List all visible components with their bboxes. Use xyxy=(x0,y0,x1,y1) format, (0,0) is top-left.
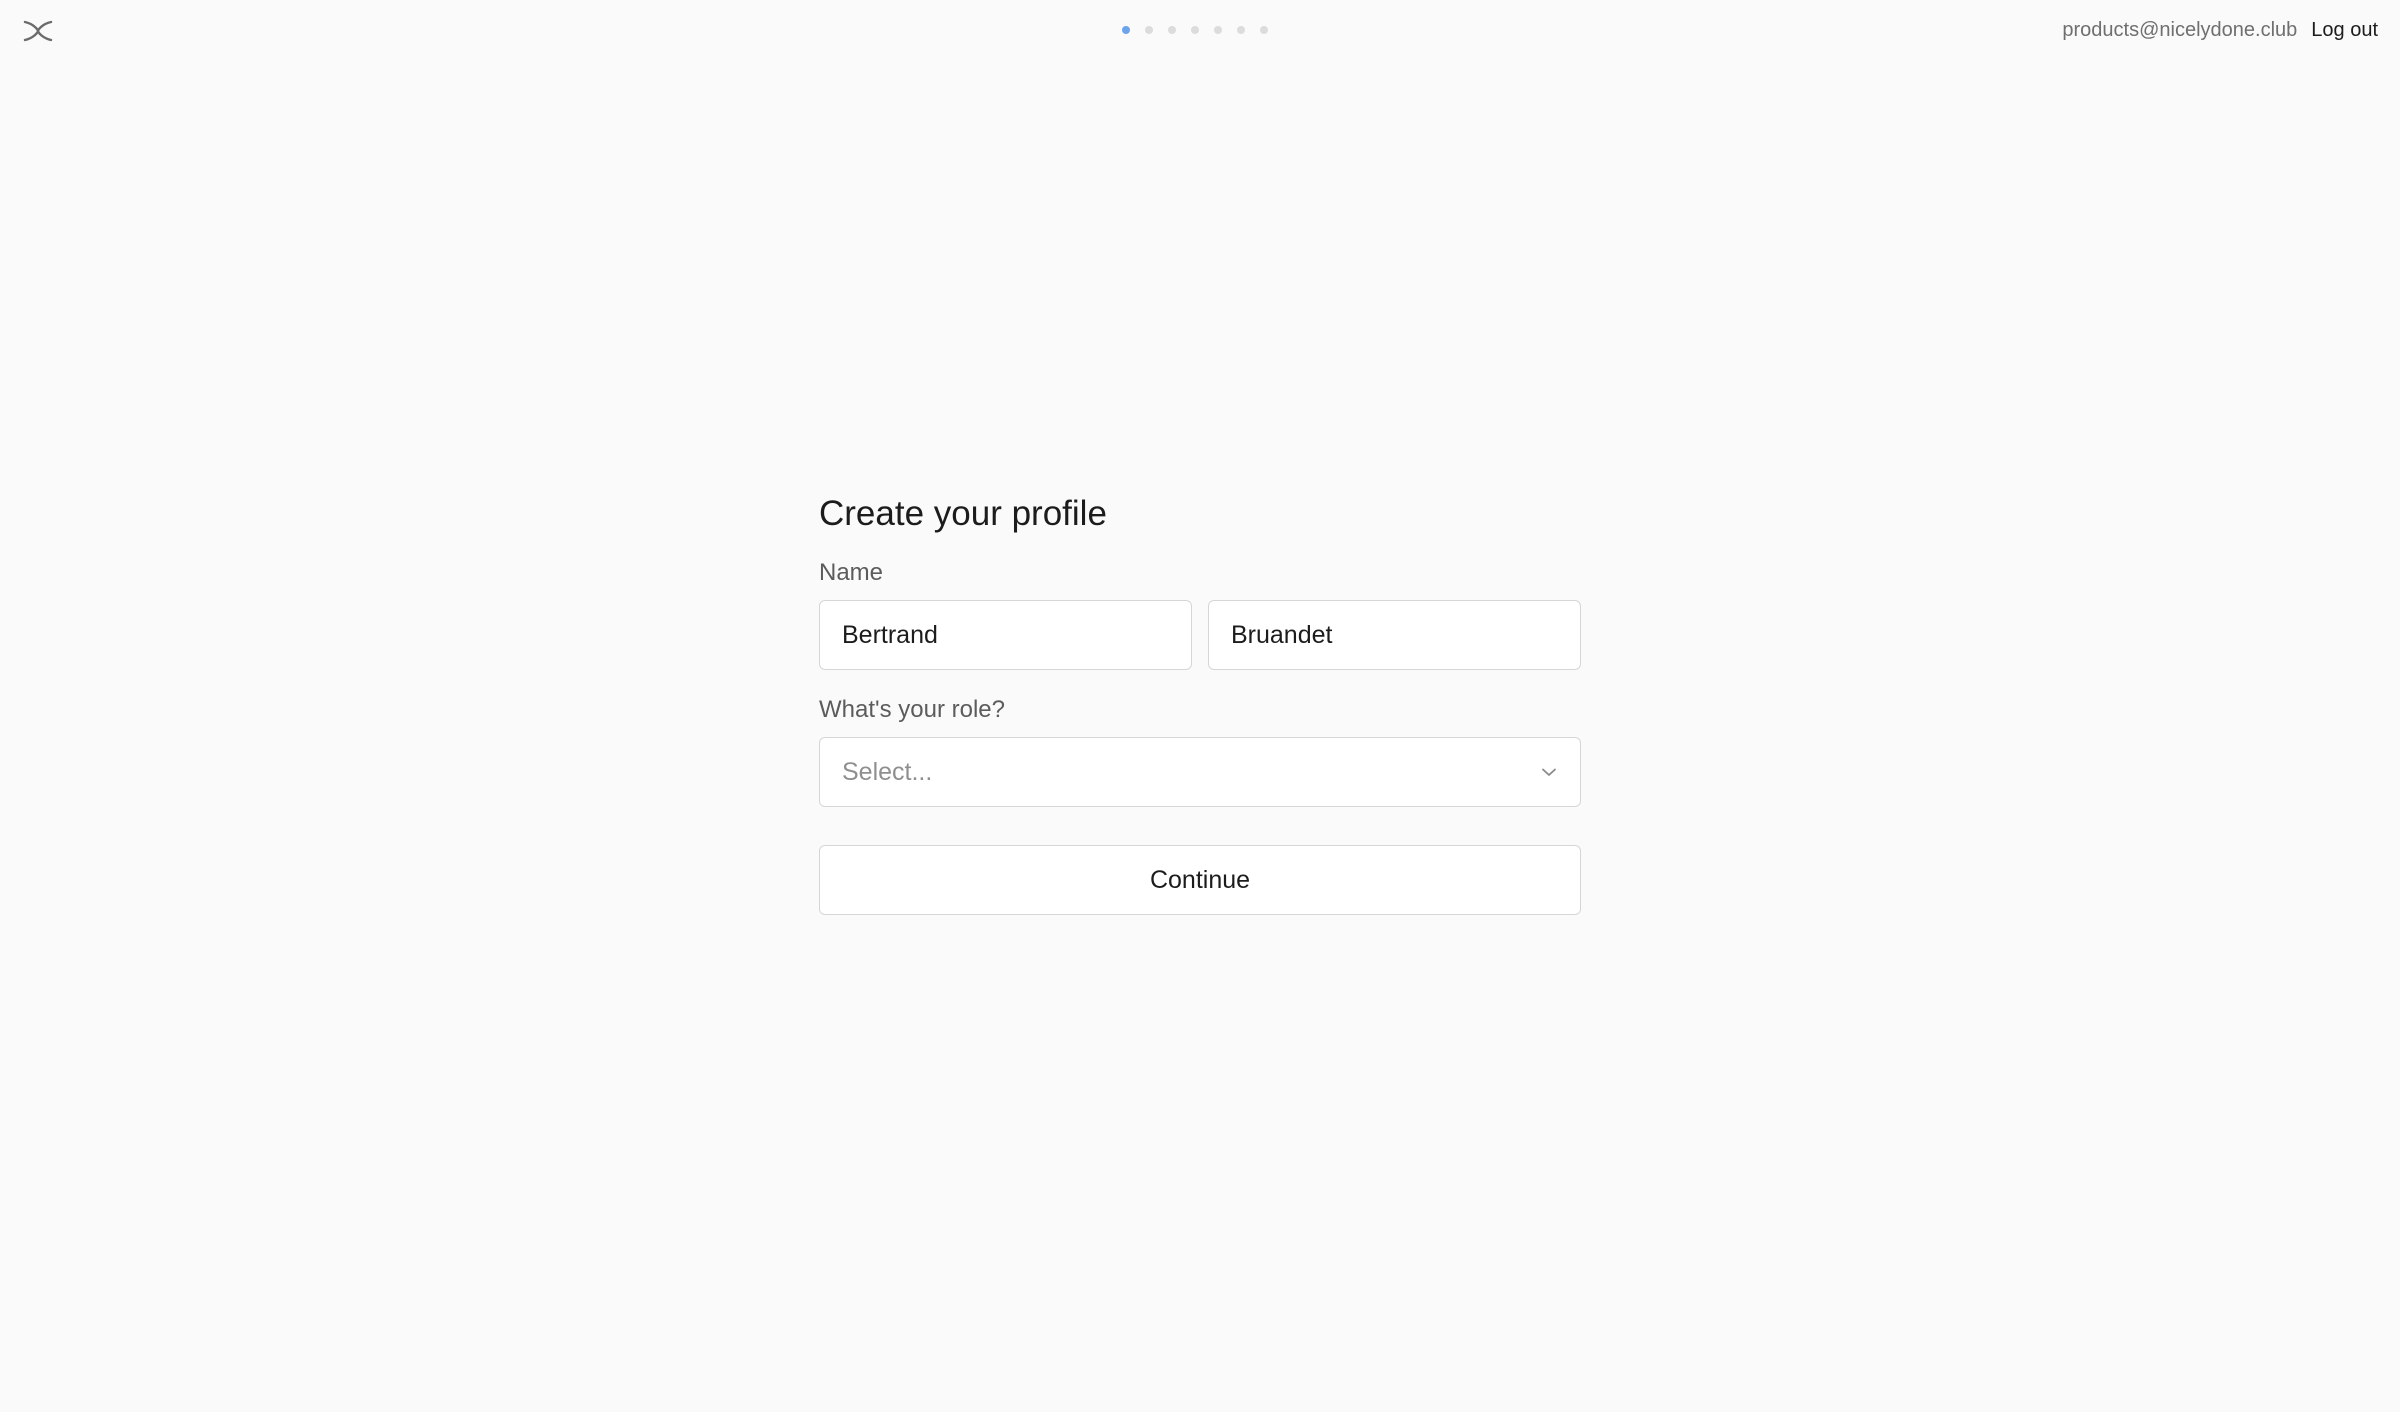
create-profile-form: Create your profile Name What's your rol… xyxy=(819,484,1581,915)
continue-button[interactable]: Continue xyxy=(819,845,1581,915)
name-label: Name xyxy=(819,559,884,586)
chevron-down-icon xyxy=(1540,766,1558,778)
name-row xyxy=(819,600,1581,670)
account-email: products@nicelydone.club xyxy=(2062,19,2298,41)
account-bar: products@nicelydone.club Log out xyxy=(2062,19,2378,42)
step-dot-4 xyxy=(1191,26,1199,34)
progress-steps xyxy=(1122,26,1268,34)
step-dot-2 xyxy=(1145,26,1153,34)
role-select-placeholder: Select... xyxy=(842,757,933,786)
logout-link[interactable]: Log out xyxy=(2311,19,2378,42)
role-select[interactable]: Select... xyxy=(819,737,1581,807)
step-dot-1 xyxy=(1122,26,1130,34)
last-name-input[interactable] xyxy=(1208,600,1581,670)
step-dot-6 xyxy=(1237,26,1245,34)
page-title: Create your profile xyxy=(819,494,1107,533)
close-x-icon[interactable] xyxy=(22,18,54,44)
first-name-input[interactable] xyxy=(819,600,1192,670)
step-dot-5 xyxy=(1214,26,1222,34)
role-label: What's your role? xyxy=(819,696,1005,723)
step-dot-7 xyxy=(1260,26,1268,34)
step-dot-3 xyxy=(1168,26,1176,34)
